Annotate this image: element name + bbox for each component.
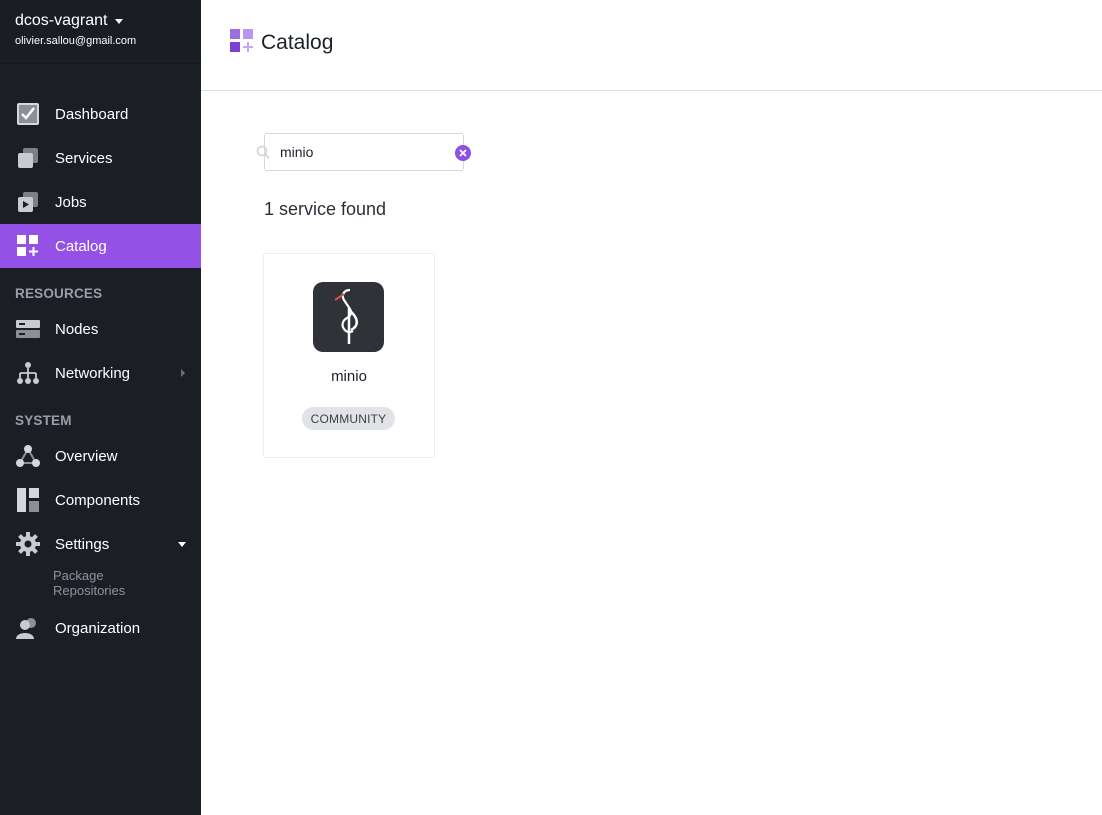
sidebar-item-label: Nodes xyxy=(55,320,99,338)
search-icon xyxy=(256,145,270,159)
sidebar-item-label: Services xyxy=(55,149,113,167)
sidebar-item-settings[interactable]: Settings xyxy=(0,522,201,566)
package-card[interactable]: minio COMMUNITY xyxy=(263,253,435,458)
sidebar-item-overview[interactable]: Overview xyxy=(0,434,201,478)
user-email: olivier.sallou@gmail.com xyxy=(15,35,137,47)
sidebar-item-label: Overview xyxy=(55,447,118,465)
organization-icon xyxy=(16,616,40,640)
page-header: Catalog xyxy=(201,0,1102,91)
search-container xyxy=(256,133,471,171)
sidebar-item-dashboard[interactable]: Dashboard xyxy=(0,92,201,136)
sidebar-item-label: Organization xyxy=(55,619,141,637)
sidebar-item-components[interactable]: Components xyxy=(0,478,201,522)
search-input[interactable] xyxy=(264,133,464,171)
clear-search-icon[interactable] xyxy=(455,145,471,161)
page-title: Catalog xyxy=(261,31,334,54)
result-count: 1 service found xyxy=(264,199,387,219)
networking-icon xyxy=(16,361,40,385)
package-name: minio xyxy=(331,368,367,385)
jobs-icon xyxy=(16,190,40,214)
cluster-name-label: dcos-vagrant xyxy=(15,12,108,29)
chevron-down-icon xyxy=(178,542,186,547)
minio-logo xyxy=(313,282,384,352)
overview-icon xyxy=(16,444,40,468)
cluster-dropdown[interactable]: dcos-vagrant olivier.sallou@gmail.com xyxy=(0,0,201,64)
cluster-name[interactable]: dcos-vagrant xyxy=(15,12,186,30)
catalog-icon xyxy=(230,29,253,57)
sidebar-item-label: Components xyxy=(55,491,141,509)
primary-nav: Dashboard Services Jobs Catalog RESOURCE… xyxy=(0,64,201,650)
sidebar-item-organization[interactable]: Organization xyxy=(0,606,201,650)
gear-icon xyxy=(16,532,40,556)
section-resources: RESOURCES xyxy=(15,286,103,301)
caret-down-icon xyxy=(114,18,123,24)
community-badge: COMMUNITY xyxy=(302,407,395,430)
nodes-icon xyxy=(16,317,40,341)
sidebar-item-catalog[interactable]: Catalog xyxy=(0,224,201,268)
sidebar-item-label: Settings xyxy=(55,535,110,553)
sidebar-item-label: Jobs xyxy=(55,193,87,211)
services-icon xyxy=(16,146,40,170)
components-icon xyxy=(16,488,40,512)
sidebar-subitem-package-repositories[interactable]: Package Repositories xyxy=(0,568,150,598)
sidebar-item-nodes[interactable]: Nodes xyxy=(0,307,201,351)
sidebar-item-jobs[interactable]: Jobs xyxy=(0,180,201,224)
sidebar: dcos-vagrant olivier.sallou@gmail.com Da… xyxy=(0,0,201,815)
chevron-right-icon xyxy=(181,369,185,377)
section-system: SYSTEM xyxy=(15,413,72,428)
sidebar-item-networking[interactable]: Networking xyxy=(0,351,201,395)
sidebar-item-label: Networking xyxy=(55,364,131,382)
dashboard-icon xyxy=(16,102,40,126)
sidebar-item-label: Dashboard xyxy=(55,105,129,123)
sidebar-item-label: Catalog xyxy=(55,237,107,255)
sidebar-item-services[interactable]: Services xyxy=(0,136,201,180)
catalog-icon xyxy=(16,234,40,258)
